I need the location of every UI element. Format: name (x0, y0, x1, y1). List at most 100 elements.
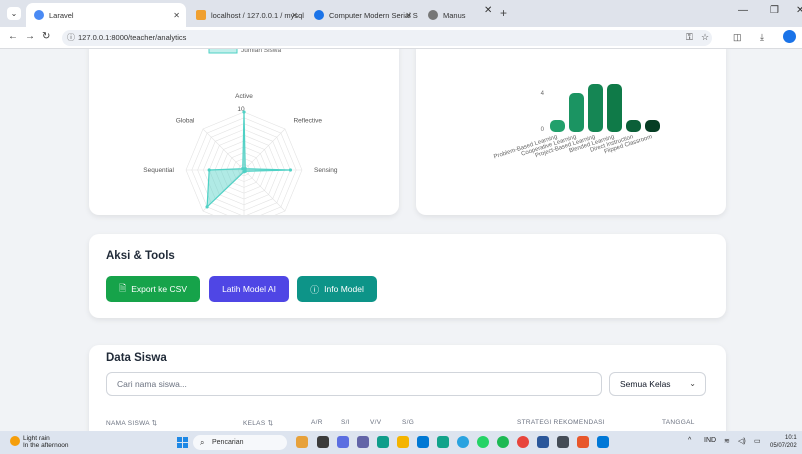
copilot-app-icon[interactable] (337, 436, 349, 448)
radar-data-point (242, 170, 246, 174)
legend-label: Jumlah Siswa (241, 49, 281, 54)
search-placeholder: Cari nama siswa... (117, 379, 187, 389)
radar-axis-label: Reflective (293, 118, 322, 125)
strategy-bar-chart-card: 0 4 Problem-Based Learning Cooperative Lear… (416, 49, 726, 215)
column-header-class[interactable]: KELAS ⇅ (243, 419, 273, 427)
class-filter-value: Semua Kelas (620, 379, 671, 389)
laravel-icon (34, 10, 44, 20)
column-header-ar: A/R (311, 419, 323, 426)
chrome-icon (314, 10, 324, 20)
mail-app-icon[interactable] (557, 436, 569, 448)
bar-3 (607, 84, 622, 132)
tab-search-icon[interactable]: ⌄ (7, 7, 21, 20)
url-text: 127.0.0.1:8000/teacher/analytics (78, 33, 187, 42)
password-key-icon[interactable]: ⚿ (686, 32, 693, 43)
profile-avatar[interactable] (783, 30, 796, 43)
column-header-name[interactable]: NAMA SISWA ⇅ (106, 419, 157, 427)
close-icon[interactable]: ✕ (291, 11, 298, 20)
edge-app-icon[interactable] (377, 436, 389, 448)
teams-app-icon[interactable] (357, 436, 369, 448)
radar-data-point (207, 168, 211, 172)
bookmark-star-icon[interactable]: ☆ (701, 32, 709, 43)
close-icon[interactable]: ✕ (484, 5, 492, 16)
tab-label: Laravel (49, 10, 74, 20)
xampp-app-icon[interactable] (577, 436, 589, 448)
tab-manus[interactable]: Manus (420, 3, 480, 27)
system-clock[interactable]: 10:1 05/07/202 (770, 434, 797, 450)
button-label: Info Model (324, 284, 364, 294)
bar-0 (550, 120, 565, 132)
minimize-icon[interactable]: — (738, 5, 748, 16)
button-label: Export ke CSV (131, 284, 187, 294)
spotify-app-icon[interactable] (497, 436, 509, 448)
info-icon: ⓘ (310, 284, 320, 295)
forward-icon[interactable]: → (25, 31, 35, 42)
widgets-app-icon[interactable] (296, 436, 308, 448)
radar-axis-label: Sequential (143, 167, 174, 174)
section-title: Aksi & Tools (106, 250, 175, 262)
clock-date: 05/07/202 (770, 443, 797, 449)
vscode-app-icon[interactable] (597, 436, 609, 448)
train-model-button[interactable]: Latih Model AI (209, 276, 289, 302)
reload-icon[interactable]: ↻ (42, 31, 50, 42)
taskbar-search[interactable]: ⌕ Pencarian (193, 435, 287, 450)
windows-taskbar: Light rain In the afternoon ⌕ Pencarian … (0, 431, 802, 454)
word-app-icon[interactable] (537, 436, 549, 448)
bar-5 (645, 120, 660, 132)
battery-icon[interactable]: ▭ (754, 437, 761, 445)
radar-data-point (241, 167, 245, 171)
extensions-icon[interactable]: ◫ (733, 32, 742, 43)
column-header-vv: V/V (370, 419, 382, 426)
student-data-card: Data Siswa Cari nama siswa... Semua Kela… (89, 345, 726, 431)
volume-icon[interactable]: ◁) (738, 437, 746, 445)
new-tab-icon[interactable]: + (500, 6, 507, 20)
tab-laravel[interactable]: Laravel ✕ (26, 3, 186, 27)
windows-start-icon[interactable] (177, 437, 188, 448)
tab-computer-modern[interactable]: Computer Modern Serial Sun ✕ (306, 3, 418, 27)
wifi-icon[interactable]: ≋ (724, 437, 730, 445)
weather-title: Light rain (23, 435, 50, 442)
manus-icon (428, 10, 438, 20)
task-view-icon[interactable] (317, 436, 329, 448)
learning-style-radar-card: Jumlah Siswa10ActiveReflectiveSensingInt… (89, 49, 399, 250)
tab-label: localhost / 127.0.0.1 / mysql | p (211, 10, 304, 20)
tray-chevron-icon[interactable]: ^ (688, 437, 691, 444)
section-title: Data Siswa (106, 352, 167, 364)
input-language[interactable]: IND (704, 437, 716, 444)
student-search-input[interactable]: Cari nama siswa... (106, 372, 602, 396)
close-window-icon[interactable]: ✕ (796, 5, 802, 16)
learning-style-radar-chart: Jumlah Siswa10ActiveReflectiveSensingInt… (143, 49, 338, 250)
close-icon[interactable]: ✕ (173, 11, 180, 20)
download-icon[interactable]: ⤓ (760, 32, 764, 43)
export-csv-button[interactable]: 🗎 Export ke CSV (106, 276, 200, 302)
strategy-bar-chart: 04Problem-Based LearningCooperative Lear… (493, 84, 660, 160)
telegram-app-icon[interactable] (457, 436, 469, 448)
chrome-app-icon[interactable] (517, 436, 529, 448)
legend-swatch (208, 49, 238, 54)
y-tick-label: 0 (541, 127, 545, 133)
site-info-icon[interactable]: ⓘ (67, 30, 75, 46)
table-header: NAMA SISWA ⇅ KELAS ⇅ A/R S/I V/V S/G STR… (89, 419, 726, 431)
tab-phpmyadmin[interactable]: localhost / 127.0.0.1 / mysql | p ✕ (188, 3, 304, 27)
column-header-si: S/I (341, 419, 350, 426)
file-explorer-icon[interactable] (397, 436, 409, 448)
back-icon[interactable]: ← (8, 31, 18, 42)
terminal-app-icon[interactable] (437, 436, 449, 448)
weather-widget[interactable]: Light rain In the afternoon (10, 435, 69, 449)
store-app-icon[interactable] (417, 436, 429, 448)
model-info-button[interactable]: ⓘ Info Model (297, 276, 377, 302)
close-icon[interactable]: ✕ (405, 11, 412, 20)
restore-icon[interactable]: ❐ (770, 5, 779, 16)
browser-tab-bar: ⌄ Laravel ✕ localhost / 127.0.0.1 / mysq… (0, 0, 802, 27)
file-export-icon: 🗎 (119, 283, 127, 293)
whatsapp-app-icon[interactable] (477, 436, 489, 448)
column-header-strategy: STRATEGI REKOMENDASI (517, 419, 605, 426)
column-header-date: TANGGAL (662, 419, 695, 426)
button-label: Latih Model AI (222, 284, 276, 294)
weather-icon (10, 436, 20, 446)
radar-data-point (205, 205, 209, 209)
class-filter-select[interactable]: Semua Kelas ⌄ (609, 372, 706, 396)
address-bar: ← → ↻ ⓘ 127.0.0.1:8000/teacher/analytics… (0, 27, 802, 49)
url-field[interactable]: ⓘ 127.0.0.1:8000/teacher/analytics (62, 30, 712, 46)
bar-1 (569, 93, 584, 132)
